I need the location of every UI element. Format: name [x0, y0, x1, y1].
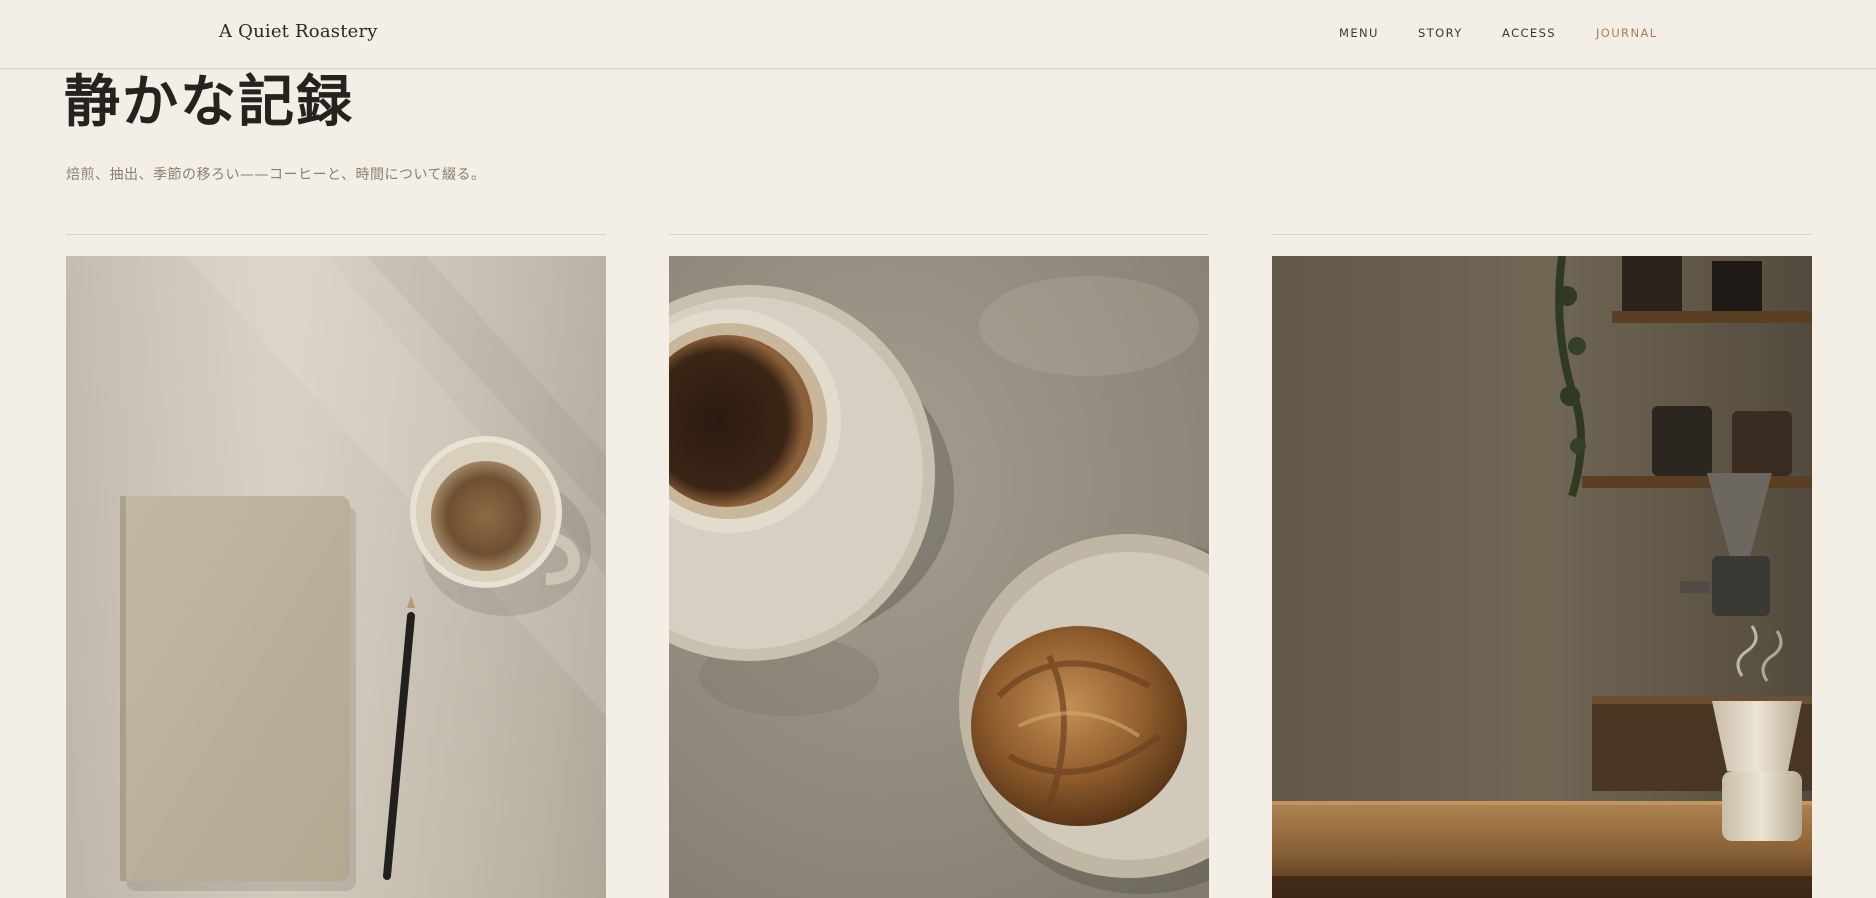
nav-access[interactable]: ACCESS: [1502, 26, 1556, 40]
page-title: 静かな記録: [64, 69, 354, 135]
cafe-counter-photo[interactable]: [1272, 256, 1812, 898]
site-header: A Quiet Roastery MENU STORY ACCESS JOURN…: [0, 0, 1876, 69]
nav-menu[interactable]: MENU: [1339, 26, 1379, 40]
card-divider: [1272, 234, 1812, 235]
coffee-pastry-photo[interactable]: [669, 256, 1209, 898]
nav-story[interactable]: STORY: [1418, 26, 1463, 40]
page-subtitle: 焙煎、抽出、季節の移ろい——コーヒーと、時間について綴る。: [66, 167, 486, 183]
card-divider: [669, 234, 1209, 235]
journal-card-1[interactable]: [66, 234, 606, 898]
notebook-coffee-photo[interactable]: [66, 256, 606, 898]
nav-journal[interactable]: JOURNAL: [1596, 26, 1658, 40]
card-divider: [66, 234, 606, 235]
brand-logo[interactable]: A Quiet Roastery: [219, 21, 378, 42]
journal-card-3[interactable]: [1272, 234, 1812, 898]
journal-card-2[interactable]: [669, 234, 1209, 898]
